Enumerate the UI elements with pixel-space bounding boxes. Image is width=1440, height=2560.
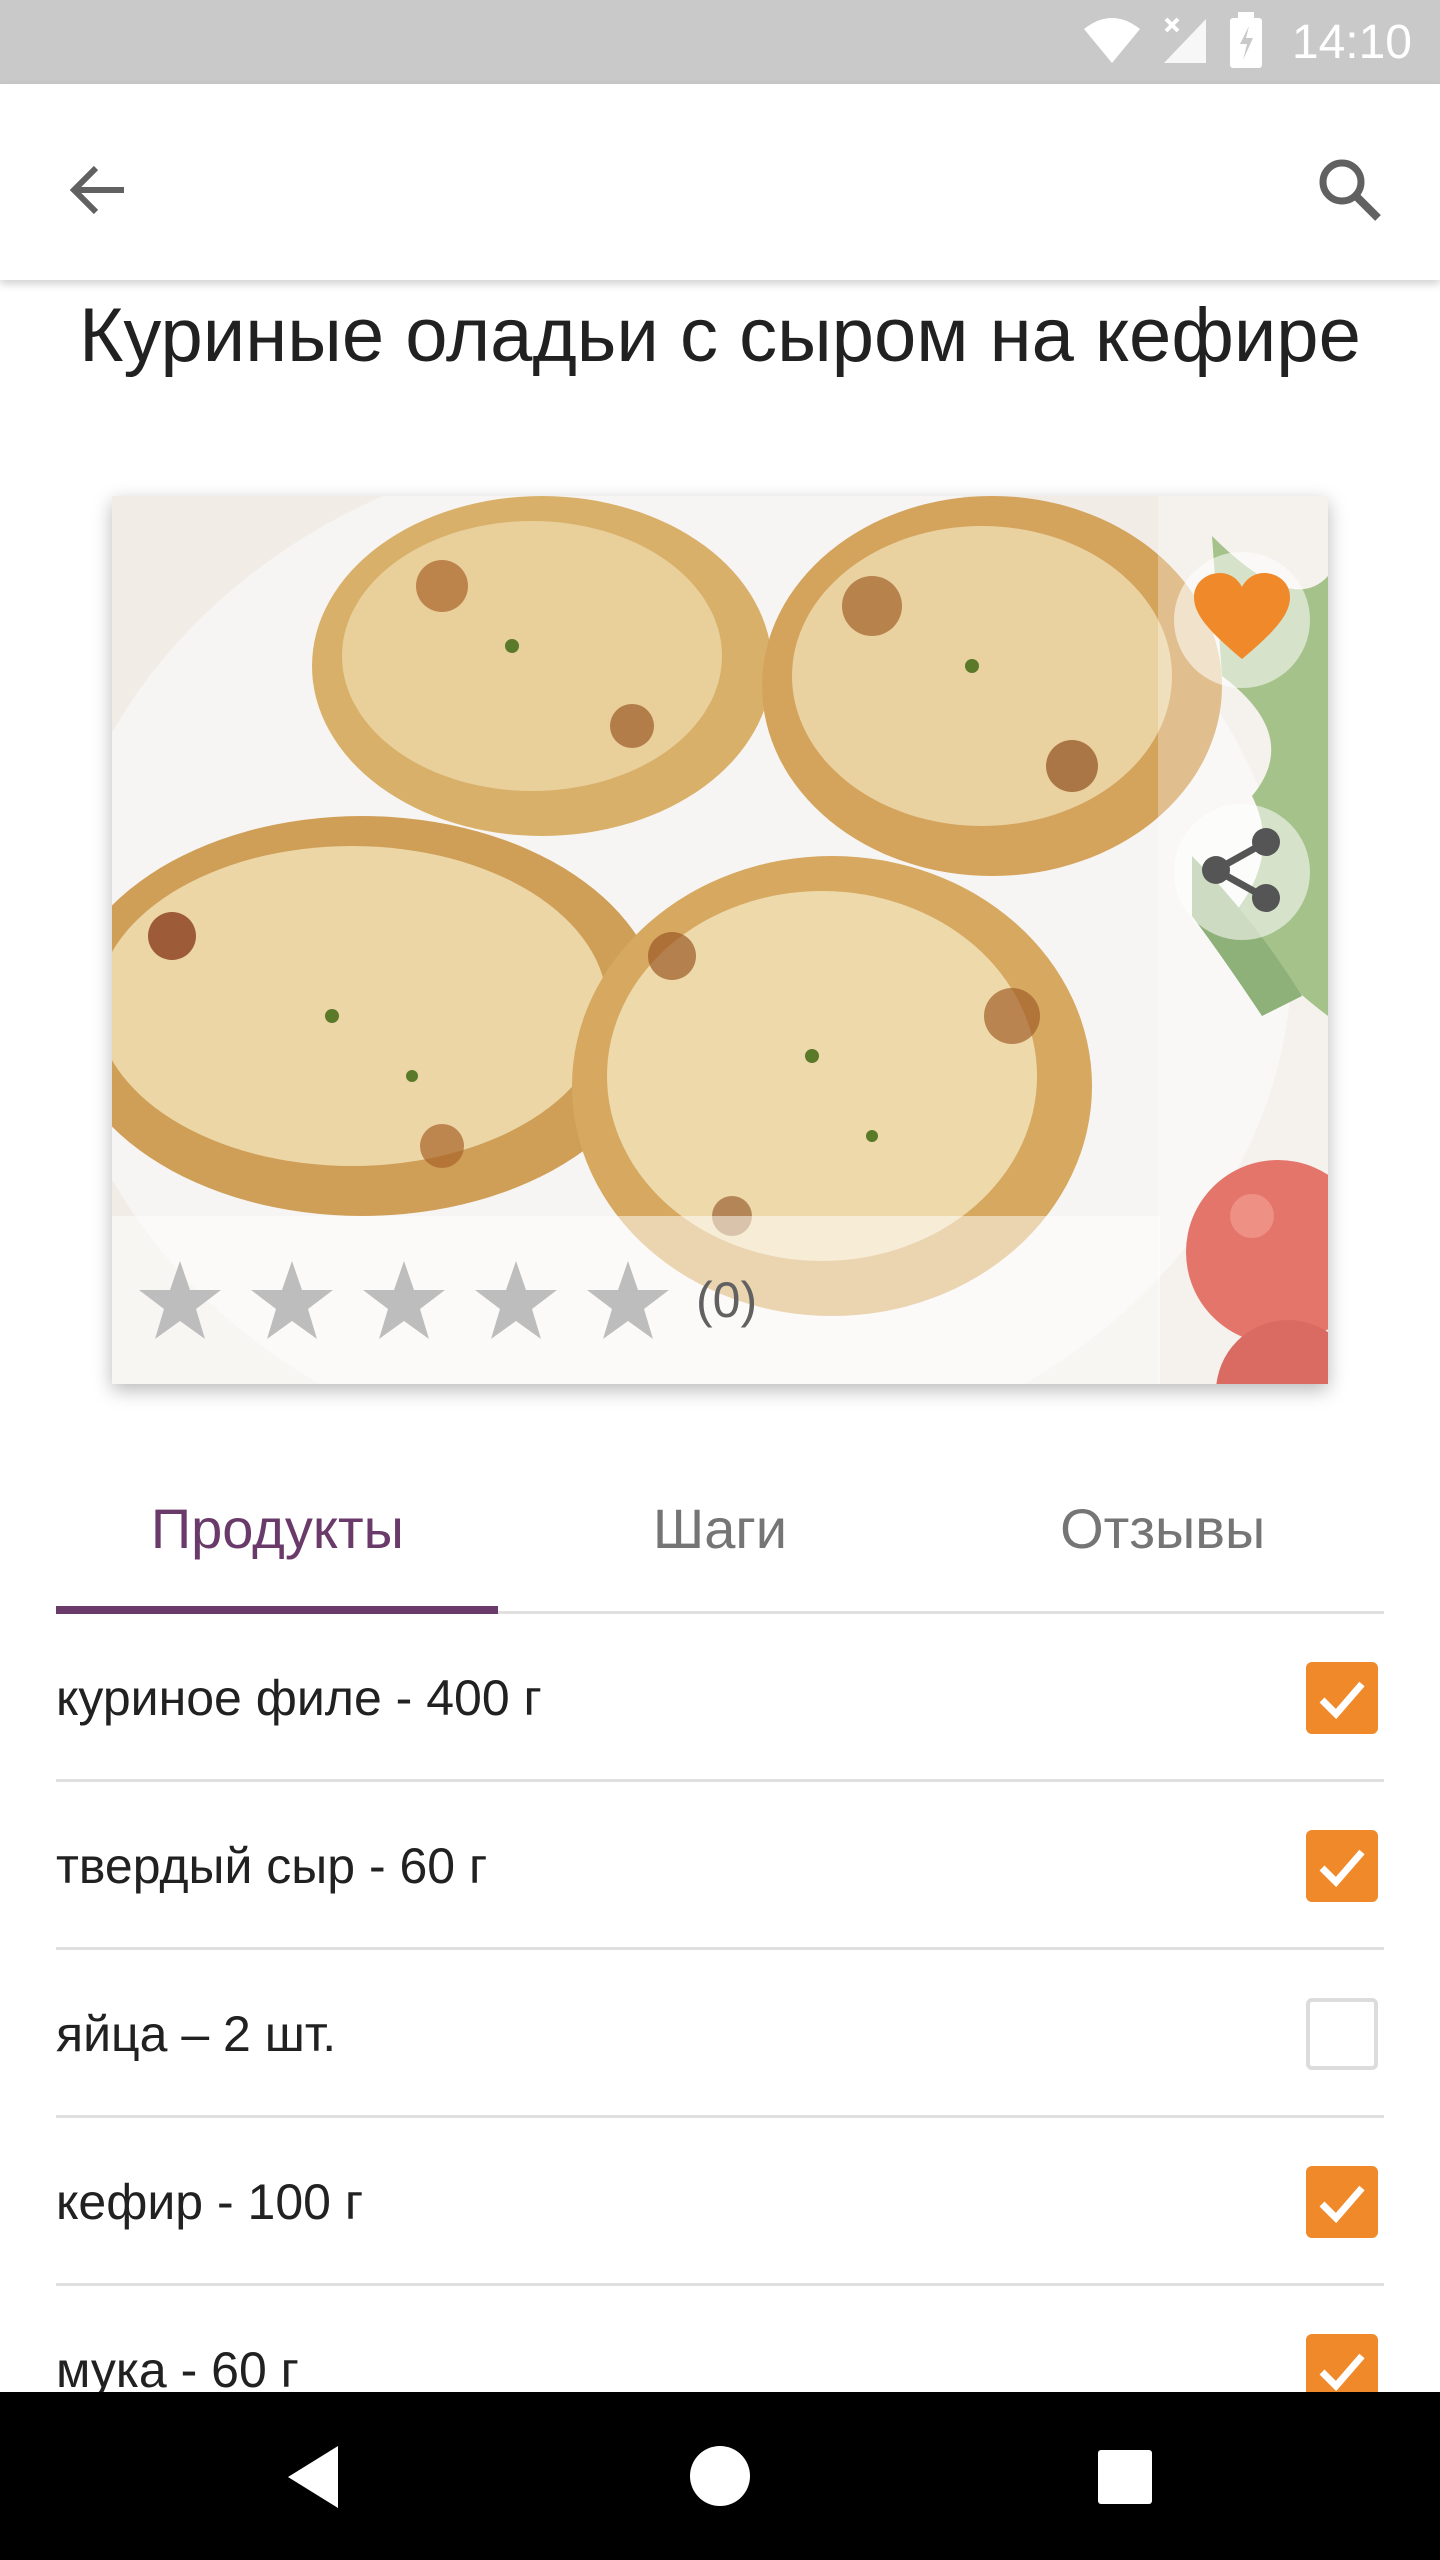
share-icon [1196,824,1288,921]
star-icon[interactable] [124,1244,236,1356]
tab-indicator [56,1606,498,1614]
ingredient-label: яйца – 2 шт. [56,2006,337,2062]
star-icon[interactable] [572,1244,684,1356]
ingredient-label: кефир - 100 г [56,2174,364,2230]
recipe-title: Куриные оладьи с сыром на кефире [79,293,1361,378]
system-nav-bar [0,2392,1440,2560]
search-button[interactable] [1300,142,1400,242]
ingredient-row[interactable]: кефир - 100 г [56,2118,1384,2286]
heart-icon [1192,572,1292,668]
arrow-left-icon [66,158,130,227]
share-button[interactable] [1174,804,1310,940]
battery-icon [1228,11,1264,73]
cell-signal-icon [1160,15,1210,70]
checkmark-icon [1319,2185,1365,2224]
ingredient-label: твердый сыр - 60 г [56,1838,488,1894]
star-icon[interactable] [348,1244,460,1356]
status-icons: 14:10 [1082,11,1412,73]
nav-recents-button[interactable] [1080,2432,1170,2522]
nav-back-button[interactable] [270,2432,360,2522]
status-time: 14:10 [1291,15,1412,69]
tab-products[interactable]: Продукты [56,1440,499,1616]
checkmark-icon [1319,2353,1365,2392]
favorite-button[interactable] [1174,552,1310,688]
wifi-icon [1082,15,1142,70]
app-bar [0,84,1440,280]
ingredient-row[interactable]: твердый сыр - 60 г [56,1782,1384,1950]
star-icon[interactable] [460,1244,572,1356]
tab-bar: Продукты Шаги Отзывы [56,1440,1384,1616]
ingredient-checkbox[interactable] [1306,1830,1378,1902]
checkmark-icon [1319,1681,1365,1720]
nav-home-button[interactable] [676,2432,764,2520]
status-bar: 14:10 [0,0,1440,84]
nav-back-icon [288,2446,338,2508]
search-icon [1316,156,1384,229]
tab-steps[interactable]: Шаги [499,1440,942,1616]
ingredient-row[interactable]: куриное филе - 400 г [56,1614,1384,1782]
back-button[interactable] [48,142,148,242]
star-icon[interactable] [236,1244,348,1356]
tab-reviews[interactable]: Отзывы [941,1440,1384,1616]
checkmark-icon [1319,1849,1365,1888]
rating-count: (0) [696,1272,758,1328]
ingredient-list: куриное филе - 400 г твердый сыр - 60 г … [56,1614,1384,2454]
ingredient-checkbox[interactable] [1306,2166,1378,2238]
ingredient-row[interactable]: яйца – 2 шт. [56,1950,1384,2118]
nav-home-icon [690,2446,750,2506]
ingredient-checkbox[interactable] [1306,1662,1378,1734]
ingredient-label: куриное филе - 400 г [56,1670,542,1726]
recipe-photo-card: (0) [112,496,1328,1384]
ingredient-checkbox[interactable] [1306,1998,1378,2070]
rating-bar[interactable]: (0) [112,1216,1160,1384]
nav-recents-icon [1098,2450,1152,2504]
